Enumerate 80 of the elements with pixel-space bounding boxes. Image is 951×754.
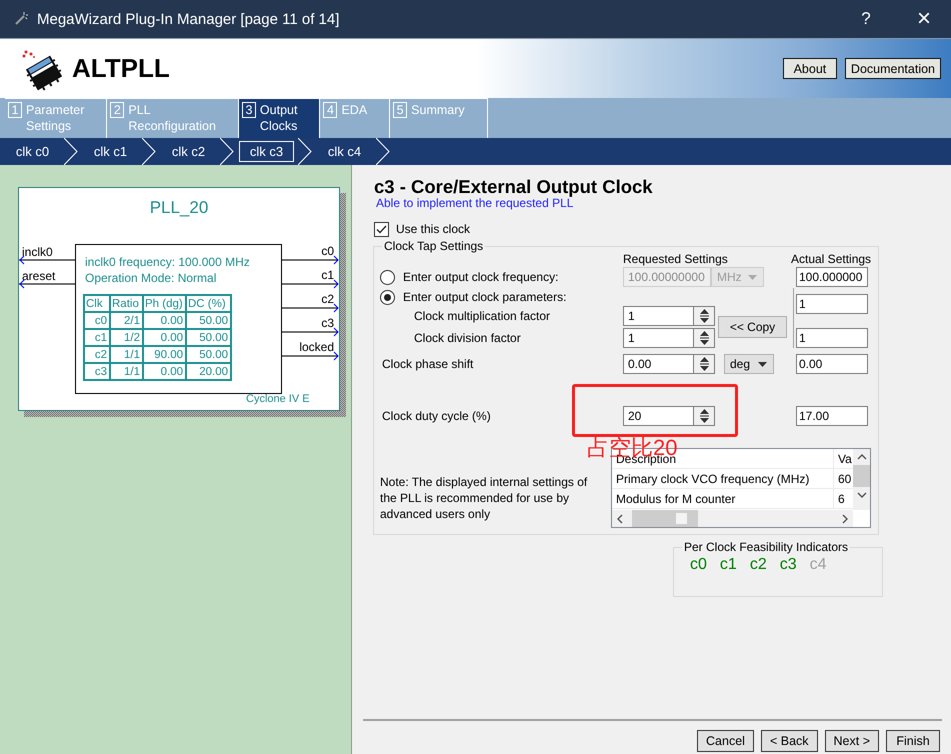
- table-cell: 50.00: [186, 329, 231, 346]
- input-field[interactable]: 1: [623, 328, 694, 348]
- table-cell-text: 60: [837, 472, 852, 486]
- field-label: Clock multiplication factor: [414, 309, 550, 323]
- table-cell: Primary clock VCO frequency (MHz): [612, 469, 834, 488]
- clock-tab[interactable]: clk c3: [239, 141, 294, 162]
- wizard-button[interactable]: < Back: [760, 730, 818, 752]
- status-message: Able to implement the requested PLL: [376, 197, 574, 210]
- clock-indicator: c0: [690, 556, 707, 574]
- readout-field[interactable]: 1: [796, 328, 868, 348]
- info-text: Operation Mode: Normal: [85, 271, 216, 285]
- help-button[interactable]: ?: [843, 0, 889, 38]
- port-label: inclk0: [22, 245, 53, 259]
- clock-tab[interactable]: clk c1: [83, 141, 138, 162]
- table-cell: c2: [84, 346, 110, 363]
- table-cell: 2/1: [110, 312, 143, 329]
- readout-field[interactable]: 17.00: [796, 406, 868, 426]
- column-header: Va: [837, 452, 852, 466]
- table-cell: c3: [84, 363, 110, 380]
- panel-title: c3 - Core/External Output Clock: [374, 177, 653, 197]
- wizard-button[interactable]: Next >: [824, 730, 879, 752]
- clock-indicator: c2: [750, 556, 767, 574]
- table-cell: 20.00: [186, 363, 231, 380]
- port-label: c2: [321, 292, 334, 306]
- copy-button[interactable]: << Copy: [718, 316, 787, 338]
- wizard-button[interactable]: Finish: [886, 730, 940, 752]
- clock-tab[interactable]: clk c2: [161, 141, 216, 162]
- table-cell: c0: [84, 312, 110, 329]
- header-button[interactable]: Documentation: [844, 58, 941, 79]
- clock-indicator: c3: [780, 556, 797, 574]
- input-field[interactable]: 1: [623, 306, 694, 326]
- table-cell-text: 6: [837, 492, 845, 506]
- input-field[interactable]: 0.00: [623, 354, 694, 374]
- unit-dropdown[interactable]: deg: [724, 354, 774, 374]
- table-cell: 90.00: [143, 346, 186, 363]
- table-cell: 0.00: [143, 329, 186, 346]
- table-cell: 50.00: [186, 346, 231, 363]
- column-header: Actual Settings: [791, 252, 868, 266]
- readout-field[interactable]: 1: [796, 294, 868, 314]
- table-cell: c1: [84, 329, 110, 346]
- field-label: Clock duty cycle (%): [382, 409, 491, 423]
- column-header: Ph (dg): [143, 295, 186, 312]
- header-button[interactable]: About: [782, 58, 837, 79]
- close-button[interactable]: ×: [901, 0, 947, 38]
- wizard-button[interactable]: Cancel: [697, 730, 754, 752]
- clock-tab[interactable]: clk c0: [5, 141, 60, 162]
- column-header: Clk: [84, 295, 110, 312]
- clock-tab[interactable]: clk c4: [317, 141, 372, 162]
- group-title: Per Clock Feasibility Indicators: [683, 540, 850, 554]
- port-label: c3: [321, 316, 334, 330]
- column-header: DC (%): [186, 295, 231, 312]
- field-label: Clock division factor: [414, 331, 521, 345]
- table-cell: 1/1: [110, 363, 143, 380]
- readout-field[interactable]: 0.00: [796, 354, 868, 374]
- table-cell: 1/1: [110, 346, 143, 363]
- table-cell: 0.00: [143, 363, 186, 380]
- column-header: Requested Settings: [623, 252, 729, 266]
- note-text: Note: The displayed internal settings of the PLL is recommended for use by advanced users only: [380, 474, 588, 522]
- window-title: MegaWizard Plug-In Manager [page 11 of 14]: [37, 10, 340, 28]
- clock-indicator: c1: [720, 556, 737, 574]
- port-label: locked: [299, 340, 334, 354]
- clock-indicator: c4: [810, 556, 827, 574]
- table-cell: 1/2: [110, 329, 143, 346]
- device-label: Cyclone IV E: [246, 392, 310, 406]
- column-header: Ratio: [110, 295, 143, 312]
- port-label: c1: [321, 268, 334, 282]
- port-label: c0: [321, 244, 334, 258]
- table-cell: 0.00: [143, 312, 186, 329]
- table-cell: 50.00: [186, 312, 231, 329]
- checkbox-label[interactable]: Use this clock: [396, 222, 470, 236]
- app-title: ALTPLL: [72, 53, 170, 84]
- radio-label[interactable]: Enter output clock parameters:: [403, 290, 566, 304]
- input-field[interactable]: 20: [623, 406, 694, 426]
- field-label: Clock phase shift: [382, 357, 474, 371]
- wizard-tab[interactable]: 3 Output Clocks: [238, 98, 320, 138]
- symbol-title: PLL_20: [148, 198, 210, 217]
- group-title: Clock Tap Settings: [383, 239, 484, 253]
- port-label: areset: [22, 269, 56, 283]
- table-cell: Modulus for M counter: [612, 489, 834, 508]
- info-text: inclk0 frequency: 100.000 MHz: [85, 255, 250, 269]
